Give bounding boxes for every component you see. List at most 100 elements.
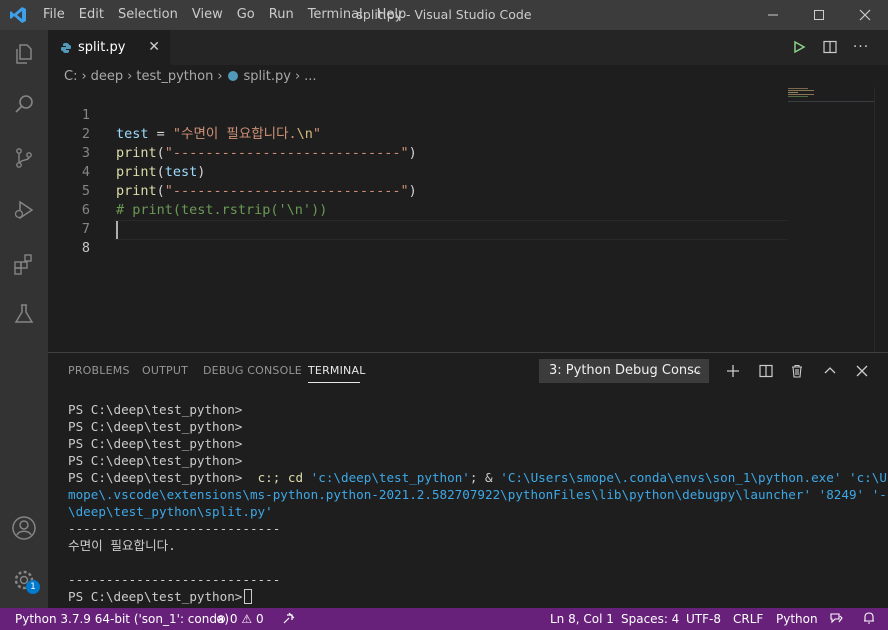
title-bar: File Edit Selection View Go Run Terminal… bbox=[0, 0, 888, 30]
python-interpreter[interactable]: Python 3.7.9 64-bit ('son_1': conda) bbox=[15, 608, 229, 630]
menu-view[interactable]: View bbox=[185, 0, 230, 30]
encoding[interactable]: UTF-8 bbox=[686, 608, 721, 630]
tab-split-py[interactable]: split.py ✕ bbox=[48, 30, 170, 65]
code-line: 3 print(test) bbox=[48, 125, 788, 180]
code-line: 2 print("----------------------------") bbox=[48, 106, 788, 161]
code-line: 1 test = "수면이 필요합니다.\n" bbox=[48, 87, 788, 142]
testing-button[interactable] bbox=[0, 290, 48, 338]
chevron-right-icon: › bbox=[81, 68, 87, 84]
terminal-prompt: PS C:\deep\test_python> bbox=[68, 470, 250, 485]
menu-bar: File Edit Selection View Go Run Terminal… bbox=[36, 0, 413, 30]
split-terminal-button[interactable] bbox=[756, 361, 776, 381]
terminal-line: PS C:\deep\test_python> bbox=[68, 402, 243, 417]
plus-icon bbox=[727, 365, 739, 377]
code-editor[interactable]: 1 test = "수면이 필요합니다.\n" 2 print("-------… bbox=[48, 87, 888, 352]
menu-edit[interactable]: Edit bbox=[72, 0, 111, 30]
notifications-button[interactable] bbox=[862, 608, 876, 630]
editor-scrollbar[interactable] bbox=[874, 87, 888, 352]
tab-terminal[interactable]: TERMINAL bbox=[308, 364, 366, 377]
kill-terminal-button[interactable] bbox=[787, 361, 807, 381]
language-mode[interactable]: Python bbox=[776, 608, 818, 630]
terminal-arg: 'c:\Users\s bbox=[849, 470, 888, 485]
flask-icon bbox=[14, 304, 34, 323]
menu-help[interactable]: Help bbox=[370, 0, 414, 30]
terminal-select[interactable]: 3: Python Debug Consc ⌄ bbox=[539, 359, 709, 383]
menu-run[interactable]: Run bbox=[262, 0, 301, 30]
breadcrumb-deep[interactable]: deep bbox=[91, 69, 124, 84]
close-window-button[interactable] bbox=[842, 0, 888, 30]
menu-go[interactable]: Go bbox=[230, 0, 262, 30]
terminal-cmd: ; & bbox=[469, 470, 501, 485]
terminal-output[interactable]: PS C:\deep\test_python> PS C:\deep\test_… bbox=[68, 401, 888, 605]
new-terminal-button[interactable] bbox=[723, 361, 743, 381]
close-tab-icon[interactable]: ✕ bbox=[148, 39, 160, 55]
tab-output[interactable]: OUTPUT bbox=[142, 364, 188, 377]
tab-problems[interactable]: PROBLEMS bbox=[68, 364, 130, 377]
terminal-cmd: c:; cd bbox=[249, 470, 311, 485]
close-icon bbox=[859, 9, 871, 21]
breadcrumb-test-python[interactable]: test_python bbox=[136, 69, 213, 84]
feedback-icon bbox=[830, 613, 843, 624]
indentation[interactable]: Spaces: 4 bbox=[621, 608, 679, 630]
vscode-logo-icon bbox=[0, 0, 36, 30]
menu-terminal[interactable]: Terminal bbox=[301, 0, 370, 30]
split-terminal-icon bbox=[759, 364, 773, 378]
code-line: 4 print("----------------------------") bbox=[48, 144, 788, 199]
run-debug-button[interactable] bbox=[0, 186, 48, 234]
chevron-down-icon: ⌄ bbox=[691, 363, 702, 378]
menu-selection[interactable]: Selection bbox=[111, 0, 185, 30]
more-actions-button[interactable]: ··· bbox=[850, 36, 872, 58]
run-debug-icon bbox=[14, 200, 34, 220]
maximize-button[interactable] bbox=[796, 0, 842, 30]
live-share-icon bbox=[283, 612, 295, 624]
menu-file[interactable]: File bbox=[36, 0, 72, 30]
manage-button[interactable] bbox=[0, 556, 48, 604]
terminal-cursor bbox=[244, 589, 253, 604]
close-panel-button[interactable] bbox=[852, 361, 872, 381]
code-line: 6 bbox=[48, 182, 788, 218]
terminal-line: ---------------------------- bbox=[68, 521, 281, 536]
feedback-button[interactable] bbox=[829, 608, 843, 630]
error-icon: ⊗ bbox=[216, 612, 227, 626]
search-icon bbox=[15, 95, 33, 113]
cursor-position[interactable]: Ln 8, Col 1 bbox=[550, 608, 614, 630]
terminal-prompt: PS C:\deep\test_python> bbox=[68, 589, 243, 604]
terminal-line: PS C:\deep\test_python> bbox=[68, 453, 243, 468]
terminal-command-line: PS C:\deep\test_python> c:; cd 'c:\deep\… bbox=[68, 469, 888, 486]
breadcrumb-file[interactable]: split.py bbox=[244, 69, 291, 84]
source-control-icon bbox=[16, 148, 32, 168]
editor-tab-bar: split.py ✕ ··· bbox=[48, 30, 888, 65]
run-python-button[interactable] bbox=[788, 36, 810, 58]
chevron-up-icon bbox=[824, 367, 836, 374]
maximize-panel-button[interactable] bbox=[820, 361, 840, 381]
breadcrumb-symbols[interactable]: ... bbox=[304, 69, 316, 84]
terminal-line: ---------------------------- bbox=[68, 572, 281, 587]
live-share-button[interactable] bbox=[282, 608, 296, 630]
minimap[interactable] bbox=[788, 87, 888, 352]
chevron-right-icon: › bbox=[217, 68, 223, 84]
problems-status[interactable]: ⊗ 0 ⚠ 0 bbox=[216, 608, 264, 630]
search-button[interactable] bbox=[0, 80, 48, 128]
terminal-arg: 'c:\deep\test_python' bbox=[310, 470, 470, 485]
breadcrumb-drive[interactable]: C: bbox=[64, 69, 77, 84]
extensions-button[interactable] bbox=[0, 240, 48, 288]
split-editor-button[interactable] bbox=[819, 36, 841, 58]
files-icon bbox=[16, 44, 32, 64]
terminal-line: \deep\test_python\split.py' bbox=[68, 504, 273, 519]
source-control-button[interactable] bbox=[0, 134, 48, 182]
trash-icon bbox=[792, 364, 802, 378]
extensions-icon bbox=[14, 254, 32, 275]
terminal-line: PS C:\deep\test_python> bbox=[68, 419, 243, 434]
chevron-right-icon: › bbox=[127, 68, 133, 84]
terminal-select-value: 3: Python Debug Consc bbox=[549, 363, 702, 378]
line-endings[interactable]: CRLF bbox=[733, 608, 763, 630]
split-editor-icon bbox=[823, 40, 837, 54]
tab-debug-console[interactable]: DEBUG CONSOLE bbox=[203, 364, 302, 377]
terminal-line: PS C:\deep\test_python> bbox=[68, 436, 243, 451]
terminal-line: mope\.vscode\extensions\ms-python.python… bbox=[68, 487, 888, 502]
accounts-button[interactable] bbox=[0, 504, 48, 552]
minimize-button[interactable] bbox=[750, 0, 796, 30]
error-count: 0 bbox=[229, 612, 238, 626]
close-icon bbox=[856, 365, 868, 377]
explorer-button[interactable] bbox=[0, 30, 48, 78]
